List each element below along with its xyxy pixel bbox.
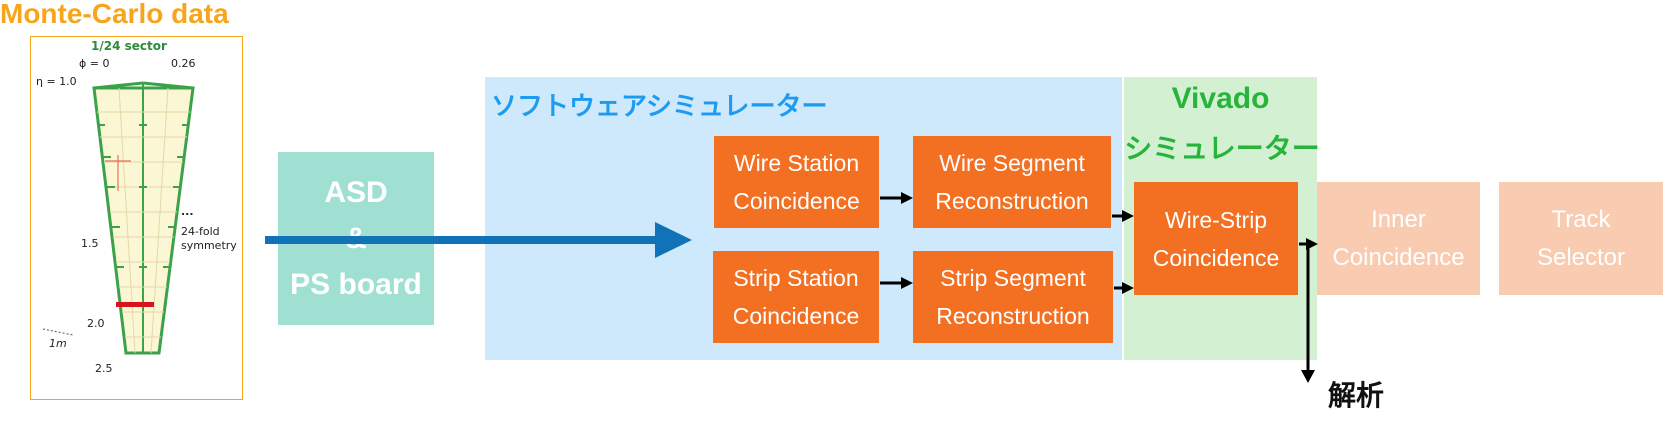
analysis-label: 解析 xyxy=(1328,380,1385,411)
arrow-head xyxy=(1122,282,1134,294)
arrow-head xyxy=(901,277,913,289)
arrow-to-analysis-head xyxy=(1301,370,1315,383)
arrows-layer xyxy=(265,192,1318,383)
main-flow-arrow-head xyxy=(655,222,692,258)
arrow-head xyxy=(901,192,913,204)
arrow-head xyxy=(1122,210,1134,222)
